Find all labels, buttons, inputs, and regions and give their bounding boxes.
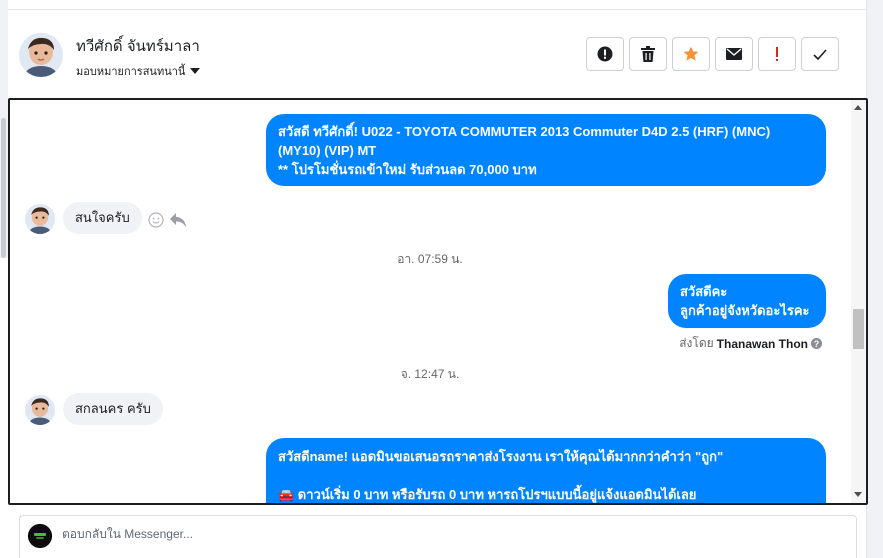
conversation-actions — [586, 37, 839, 71]
mark-done-button[interactable] — [801, 37, 839, 71]
star-button[interactable] — [672, 37, 710, 71]
message-line: สวัสดีname! แอดมินขอเสนอรถราคาส่งโรงงาน … — [278, 449, 724, 464]
star-icon — [683, 46, 699, 62]
reply-composer[interactable] — [19, 515, 857, 558]
sender-avatar[interactable] — [25, 204, 55, 234]
question-circle-icon[interactable]: ? — [811, 338, 822, 349]
message-line: สวัสดี ทวีศักดิ์! U022 - TOYOTA COMMUTER… — [278, 124, 771, 139]
sent-by-label: ส่งโดย Thanawan Thon ? — [679, 334, 822, 353]
thread-scrollbar[interactable] — [851, 100, 866, 503]
assign-conversation-label: มอบหมายการสนทนานี้ — [76, 66, 186, 78]
thread-scrollbar-thumb[interactable] — [853, 309, 864, 349]
left-scrollbar-thumb[interactable] — [1, 118, 6, 258]
message-line: (MY10) (VIP) MT — [278, 143, 377, 158]
incoming-message[interactable]: สกลนคร ครับ — [63, 393, 163, 425]
timestamp: จ. 12:47 น. — [400, 367, 460, 381]
trash-icon — [641, 46, 655, 62]
smiley-react-icon[interactable] — [148, 212, 164, 233]
reply-input[interactable] — [62, 527, 762, 541]
report-button[interactable] — [586, 37, 624, 71]
top-divider — [0, 0, 866, 10]
timestamp: อา. 07:59 น. — [397, 252, 463, 266]
exclamation-icon — [775, 46, 779, 62]
sent-by-agent: Thanawan Thon — [716, 336, 808, 351]
message-thread[interactable]: สวัสดี ทวีศักดิ์! U022 - TOYOTA COMMUTER… — [8, 98, 868, 505]
conversation-header: ทวีศักดิ์ จันทร์มาลา มอบหมายการสนทนานี้ — [8, 10, 866, 98]
message-line: 🚘 ดาวน์เริ่ม 0 บาท หรือรับรถ 0 บาท หารถโ… — [278, 487, 697, 502]
outgoing-message[interactable]: สวัสดี ทวีศักดิ์! U022 - TOYOTA COMMUTER… — [266, 114, 826, 186]
assign-conversation-dropdown[interactable]: มอบหมายการสนทนานี้ — [76, 62, 201, 80]
sender-avatar[interactable] — [25, 395, 55, 425]
message-actions — [148, 212, 186, 233]
page-scrollbar[interactable] — [866, 0, 883, 558]
scroll-up-arrow-icon[interactable] — [854, 105, 862, 110]
contact-avatar[interactable] — [19, 33, 63, 77]
contact-name: ทวีศักดิ์ จันทร์มาลา — [76, 38, 200, 55]
outgoing-message[interactable]: สวัสดีคะ ลูกค้าอยู่จังหวัดอะไรคะ — [668, 274, 826, 328]
delete-button[interactable] — [629, 37, 667, 71]
message-line: สวัสดีคะ — [680, 284, 728, 299]
message-line: ลูกค้าอยู่จังหวัดอะไรคะ — [680, 303, 810, 318]
incoming-message[interactable]: สนใจครับ — [63, 202, 142, 234]
mark-unread-button[interactable] — [715, 37, 753, 71]
exclamation-circle-icon — [597, 46, 613, 62]
envelope-icon — [726, 48, 742, 60]
checkmark-icon — [813, 48, 827, 60]
reply-arrow-icon[interactable] — [170, 213, 186, 232]
left-panel-scrollbar[interactable] — [0, 0, 8, 258]
page-avatar — [28, 524, 52, 548]
scroll-down-arrow-icon[interactable] — [854, 492, 862, 497]
message-line: ** โปรโมชั่นรถเข้าใหม่ รับส่วนลด 70,000 … — [278, 162, 537, 177]
outgoing-message[interactable]: สวัสดีname! แอดมินขอเสนอรถราคาส่งโรงงาน … — [266, 438, 826, 503]
sent-by-prefix: ส่งโดย — [679, 336, 714, 350]
important-button[interactable] — [758, 37, 796, 71]
caret-down-icon — [190, 68, 201, 74]
